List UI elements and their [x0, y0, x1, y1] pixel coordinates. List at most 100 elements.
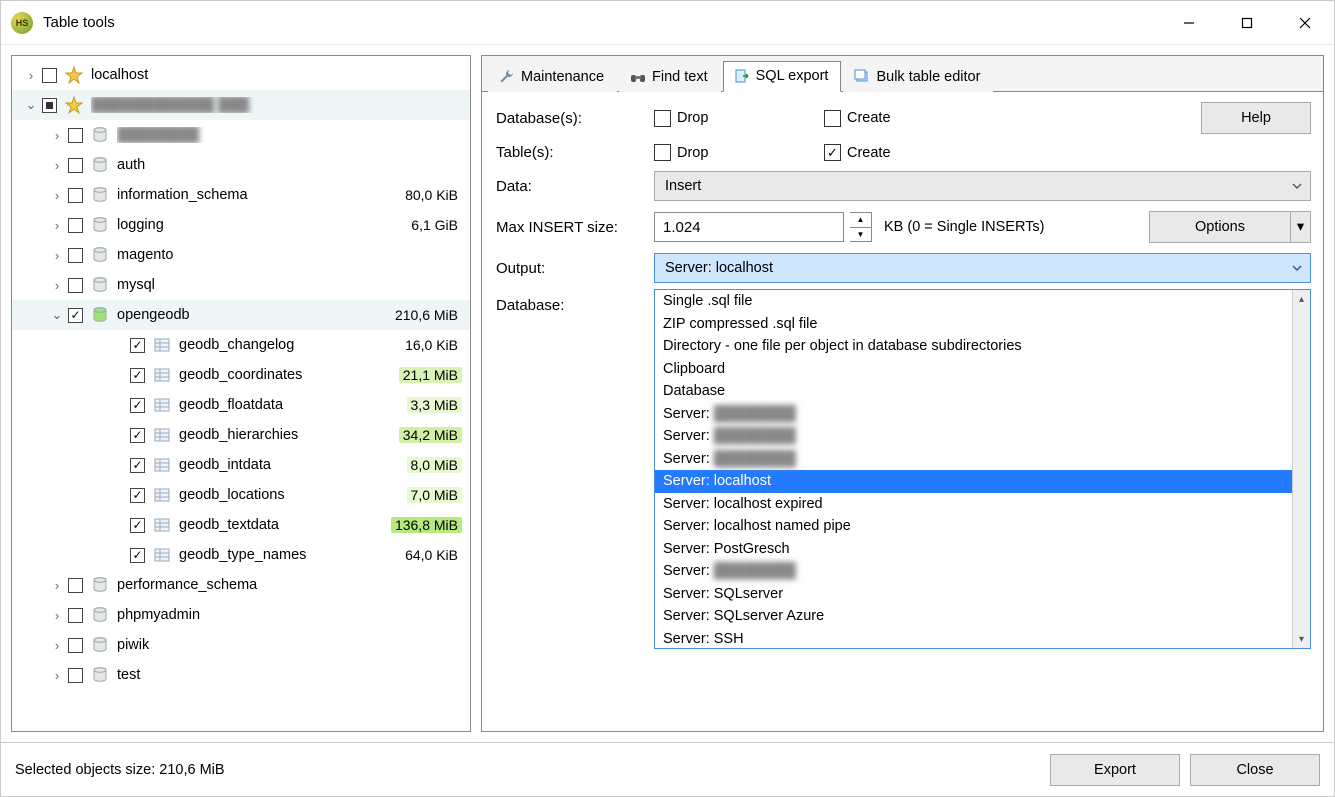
tree-db-test[interactable]: ›test — [12, 660, 470, 690]
output-option[interactable]: Server: SQLserver Azure — [655, 605, 1292, 628]
tree-db-hidden[interactable]: ›████████ — [12, 120, 470, 150]
close-dialog-button[interactable]: Close — [1190, 754, 1320, 786]
tree-db-opengeodb[interactable]: ⌄opengeodb210,6 MiB — [12, 300, 470, 330]
output-option[interactable]: Server: localhost expired — [655, 493, 1292, 516]
output-option[interactable]: Server: ████████ — [655, 425, 1292, 448]
max-insert-spinner[interactable]: ▲▼ — [850, 212, 872, 242]
tree-checkbox[interactable] — [42, 68, 57, 83]
tree-checkbox[interactable] — [68, 188, 83, 203]
minimize-button[interactable] — [1160, 1, 1218, 44]
output-option[interactable]: Clipboard — [655, 358, 1292, 381]
db-drop-checkbox[interactable] — [654, 110, 671, 127]
output-option[interactable]: ZIP compressed .sql file — [655, 313, 1292, 336]
export-button[interactable]: Export — [1050, 754, 1180, 786]
tree-checkbox[interactable] — [68, 638, 83, 653]
expander-icon[interactable]: › — [50, 248, 64, 263]
max-insert-input[interactable] — [654, 212, 844, 242]
tree-checkbox[interactable] — [68, 668, 83, 683]
maximize-button[interactable] — [1218, 1, 1276, 44]
tree-checkbox[interactable] — [130, 398, 145, 413]
expander-icon[interactable]: › — [24, 68, 38, 83]
expander-icon[interactable]: ⌄ — [24, 97, 38, 113]
output-dropdown[interactable]: Server: localhost — [654, 253, 1311, 283]
tab-bulk-editor[interactable]: Bulk table editor — [843, 62, 993, 92]
tree-checkbox[interactable] — [68, 158, 83, 173]
tree-table-geodb_type_names[interactable]: geodb_type_names64,0 KiB — [12, 540, 470, 570]
db-create-checkbox[interactable] — [824, 110, 841, 127]
scroll-down-arrow[interactable]: ▾ — [1293, 630, 1310, 648]
tree-db-performance_schema[interactable]: ›performance_schema — [12, 570, 470, 600]
object-tree[interactable]: ›localhost⌄████████████ ███›████████›aut… — [11, 55, 471, 732]
tree-host-remote[interactable]: ⌄████████████ ███ — [12, 90, 470, 120]
output-option[interactable]: Server: ████████ — [655, 403, 1292, 426]
output-option[interactable]: Database — [655, 380, 1292, 403]
tree-checkbox[interactable] — [130, 428, 145, 443]
expander-icon[interactable]: › — [50, 278, 64, 293]
output-option[interactable]: Directory - one file per object in datab… — [655, 335, 1292, 358]
expander-icon[interactable]: › — [50, 638, 64, 653]
tree-table-geodb_locations[interactable]: geodb_locations7,0 MiB — [12, 480, 470, 510]
output-option[interactable]: Server: SSH — [655, 628, 1292, 649]
tree-checkbox[interactable] — [130, 368, 145, 383]
window: HS Table tools ›localhost⌄████████████ █… — [0, 0, 1335, 797]
tree-db-mysql[interactable]: ›mysql — [12, 270, 470, 300]
output-listbox[interactable]: Single .sql fileZIP compressed .sql file… — [654, 289, 1311, 649]
tree-table-geodb_hierarchies[interactable]: geodb_hierarchies34,2 MiB — [12, 420, 470, 450]
tree-table-geodb_floatdata[interactable]: geodb_floatdata3,3 MiB — [12, 390, 470, 420]
tree-label: geodb_changelog — [179, 337, 374, 353]
expander-icon[interactable]: › — [50, 128, 64, 143]
expander-icon[interactable]: › — [50, 608, 64, 623]
tree-checkbox[interactable] — [130, 338, 145, 353]
expander-icon[interactable]: › — [50, 188, 64, 203]
tree-db-magento[interactable]: ›magento — [12, 240, 470, 270]
tree-db-information_schema[interactable]: ›information_schema80,0 KiB — [12, 180, 470, 210]
tree-table-geodb_intdata[interactable]: geodb_intdata8,0 MiB — [12, 450, 470, 480]
output-option[interactable]: Server: localhost — [655, 470, 1292, 493]
tab-sql-export[interactable]: SQL export — [723, 61, 842, 92]
output-option[interactable]: Server: SQLserver — [655, 583, 1292, 606]
help-button[interactable]: Help — [1201, 102, 1311, 134]
tree-checkbox[interactable] — [68, 578, 83, 593]
tree-table-geodb_textdata[interactable]: geodb_textdata136,8 MiB — [12, 510, 470, 540]
tree-checkbox[interactable] — [68, 218, 83, 233]
output-option[interactable]: Server: PostGresch — [655, 538, 1292, 561]
tree-size: 34,2 MiB — [374, 427, 462, 443]
tbl-drop-checkbox[interactable] — [654, 144, 671, 161]
expander-icon[interactable]: › — [50, 668, 64, 683]
options-dropdown-toggle[interactable]: ▾ — [1290, 212, 1310, 242]
data-dropdown[interactable]: Insert — [654, 171, 1311, 201]
close-button[interactable] — [1276, 1, 1334, 44]
tab-maintenance[interactable]: Maintenance — [488, 62, 617, 92]
tbl-create-checkbox[interactable] — [824, 144, 841, 161]
expander-icon[interactable]: › — [50, 158, 64, 173]
tree-checkbox[interactable] — [130, 458, 145, 473]
output-option[interactable]: Server: ████████ — [655, 448, 1292, 471]
expander-icon[interactable]: ⌄ — [50, 307, 64, 323]
tree-checkbox[interactable] — [130, 518, 145, 533]
tree-checkbox[interactable] — [130, 488, 145, 503]
output-option[interactable]: Single .sql file — [655, 290, 1292, 313]
expander-icon[interactable]: › — [50, 218, 64, 233]
tree-db-phpmyadmin[interactable]: ›phpmyadmin — [12, 600, 470, 630]
output-option[interactable]: Server: ████████ — [655, 560, 1292, 583]
tree-checkbox[interactable] — [68, 248, 83, 263]
tree-checkbox[interactable] — [68, 278, 83, 293]
options-button[interactable]: Options ▾ — [1149, 211, 1311, 243]
tab-find-text[interactable]: Find text — [619, 62, 721, 92]
tree-table-geodb_changelog[interactable]: geodb_changelog16,0 KiB — [12, 330, 470, 360]
tree-checkbox[interactable] — [130, 548, 145, 563]
tree-size: 8,0 MiB — [374, 457, 462, 473]
tree-db-logging[interactable]: ›logging6,1 GiB — [12, 210, 470, 240]
tree-db-auth[interactable]: ›auth — [12, 150, 470, 180]
tree-checkbox[interactable] — [68, 308, 83, 323]
listbox-scrollbar[interactable]: ▴ ▾ — [1292, 290, 1310, 648]
expander-icon[interactable]: › — [50, 578, 64, 593]
tree-host-localhost[interactable]: ›localhost — [12, 60, 470, 90]
tree-checkbox[interactable] — [68, 128, 83, 143]
output-option[interactable]: Server: localhost named pipe — [655, 515, 1292, 538]
tree-checkbox[interactable] — [68, 608, 83, 623]
tree-checkbox[interactable] — [42, 98, 57, 113]
scroll-up-arrow[interactable]: ▴ — [1293, 290, 1310, 308]
tree-db-piwik[interactable]: ›piwik — [12, 630, 470, 660]
tree-table-geodb_coordinates[interactable]: geodb_coordinates21,1 MiB — [12, 360, 470, 390]
